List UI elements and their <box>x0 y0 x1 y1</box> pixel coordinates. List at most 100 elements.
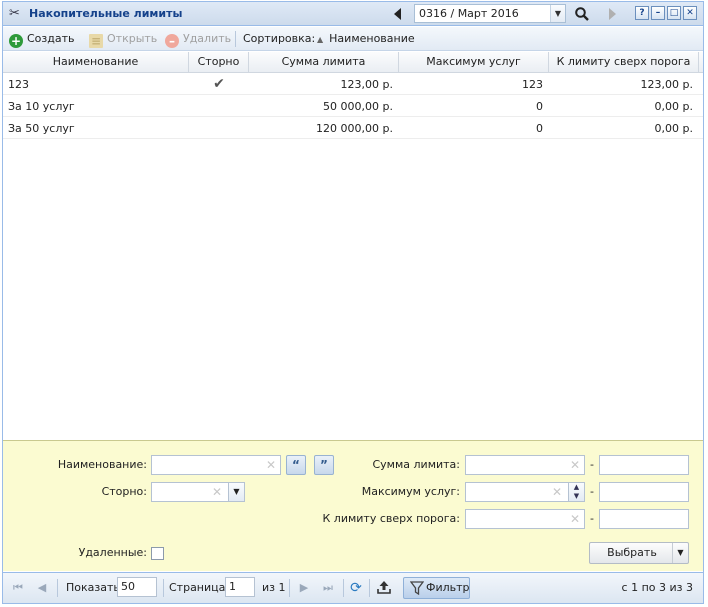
title-bar: ✂ Накопительные лимиты 0316 / Март 2016 … <box>3 2 703 26</box>
cell-max-services: 0 <box>536 122 543 135</box>
clear-icon[interactable]: ✕ <box>570 458 580 472</box>
cell-limit-sum: 123,00 р. <box>340 78 393 91</box>
over-threshold-filter-label: К лимиту сверх порога: <box>322 512 461 525</box>
page-size-input[interactable]: 50 <box>117 577 157 597</box>
create-label: Создать <box>27 32 75 45</box>
toolbar: + Создать ≡ Открыть – Удалить Сортировка: ▲… <box>3 27 703 51</box>
upload-icon <box>377 581 391 594</box>
show-label: Показать <box>66 581 120 594</box>
select-button-label: Выбрать <box>607 546 657 559</box>
column-header-storno[interactable]: Сторно <box>189 52 249 72</box>
cell-max-services: 123 <box>522 78 543 91</box>
next-period-button[interactable] <box>603 5 621 23</box>
column-header-over-threshold[interactable]: К лимиту сверх порога <box>549 52 699 72</box>
period-select[interactable]: 0316 / Март 2016 ▼ <box>414 4 566 23</box>
over-threshold-from-input[interactable]: ✕ <box>465 509 585 529</box>
over-threshold-to-input[interactable] <box>599 509 689 529</box>
grid-header: Наименование Сторно Сумма лимита Максиму… <box>3 52 703 73</box>
create-button[interactable]: + Создать <box>9 31 75 48</box>
period-value: 0316 / Март 2016 <box>419 7 519 20</box>
paging-separator <box>289 579 290 597</box>
cell-over-threshold: 0,00 р. <box>654 122 693 135</box>
document-icon: ≡ <box>89 34 103 48</box>
last-page-icon[interactable]: ⏭ <box>319 579 337 597</box>
export-button[interactable] <box>375 579 393 597</box>
page-label: Страница <box>169 581 226 594</box>
scissors-icon: ✂ <box>9 6 20 21</box>
clear-icon[interactable]: ✕ <box>552 485 562 499</box>
sort-field-button[interactable]: ▲ Наименование <box>317 31 415 47</box>
cell-limit-sum: 120 000,00 р. <box>316 122 393 135</box>
paging-separator <box>57 579 58 597</box>
cell-limit-sum: 50 000,00 р. <box>323 100 393 113</box>
help-button[interactable]: ? <box>635 6 649 20</box>
spin-down-icon[interactable]: ▼ <box>569 492 584 501</box>
minimize-button[interactable]: – <box>651 6 665 20</box>
open-label: Открыть <box>107 32 158 45</box>
arrow-left-icon <box>394 8 401 20</box>
spinner[interactable]: ▲ ▼ <box>568 483 584 501</box>
storno-filter-label: Сторно: <box>101 485 147 498</box>
page-number-input[interactable]: 1 <box>225 577 255 597</box>
table-row[interactable]: За 50 услуг 120 000,00 р. 0 0,00 р. <box>3 118 703 139</box>
toolbar-separator <box>235 31 236 47</box>
chevron-down-icon[interactable]: ▼ <box>228 483 244 501</box>
cell-over-threshold: 123,00 р. <box>640 78 693 91</box>
column-header-name[interactable]: Наименование <box>3 52 189 72</box>
paging-toolbar: ⏮ ◀ Показать 50 Страница 1 из 1 ▶ ⏭ ⟳ Фи… <box>3 572 703 603</box>
paging-separator <box>369 579 370 597</box>
storno-filter-select[interactable]: ✕ ▼ <box>151 482 245 502</box>
sort-field-label: Наименование <box>329 32 415 45</box>
cell-storno <box>189 96 249 117</box>
cell-max-services: 0 <box>536 100 543 113</box>
cell-storno <box>189 118 249 139</box>
range-dash: - <box>590 458 594 471</box>
column-header-max-services[interactable]: Максимум услуг <box>399 52 549 72</box>
name-filter-input[interactable]: ✕ <box>151 455 281 475</box>
delete-button[interactable]: – Удалить <box>165 31 232 48</box>
filter-toggle-button[interactable]: Фильтр <box>403 577 470 599</box>
checkmark-icon: ✔ <box>213 76 225 92</box>
column-header-limit-sum[interactable]: Сумма лимита <box>249 52 399 72</box>
prev-page-icon[interactable]: ◀ <box>33 579 51 597</box>
plus-icon: + <box>9 34 23 48</box>
cell-over-threshold: 0,00 р. <box>654 100 693 113</box>
limit-sum-to-input[interactable] <box>599 455 689 475</box>
paging-separator <box>163 579 164 597</box>
sort-label: Сортировка: <box>243 32 316 45</box>
search-button[interactable] <box>573 5 591 23</box>
max-services-filter-label: Максимум услуг: <box>361 485 460 498</box>
filter-toggle-label: Фильтр <box>426 581 470 594</box>
clear-icon[interactable]: ✕ <box>212 485 222 499</box>
limit-sum-from-input[interactable]: ✕ <box>465 455 585 475</box>
next-page-icon[interactable]: ▶ <box>295 579 313 597</box>
deleted-checkbox[interactable] <box>151 547 164 560</box>
table-row[interactable]: 123 ✔ 123,00 р. 123 123,00 р. <box>3 74 703 95</box>
clear-icon[interactable]: ✕ <box>266 458 276 472</box>
delete-label: Удалить <box>183 32 232 45</box>
limit-sum-filter-label: Сумма лимита: <box>372 458 460 471</box>
funnel-icon <box>410 581 424 595</box>
sort-asc-icon: ▲ <box>317 35 324 44</box>
chevron-down-icon[interactable]: ▼ <box>550 5 565 22</box>
select-button[interactable]: Выбрать ▼ <box>589 542 689 564</box>
prev-period-button[interactable] <box>389 5 407 23</box>
clear-icon[interactable]: ✕ <box>570 512 580 526</box>
maximize-button[interactable]: □ <box>667 6 681 20</box>
max-services-from-input[interactable]: ✕ ▲ ▼ <box>465 482 585 502</box>
spin-up-icon[interactable]: ▲ <box>569 483 584 492</box>
max-services-to-input[interactable] <box>599 482 689 502</box>
table-row[interactable]: За 10 услуг 50 000,00 р. 0 0,00 р. <box>3 96 703 117</box>
chevron-down-icon[interactable]: ▼ <box>672 543 688 563</box>
open-button[interactable]: ≡ Открыть <box>89 31 158 48</box>
cell-name: За 50 услуг <box>8 122 75 135</box>
open-quote-icon: “ <box>292 458 300 472</box>
refresh-icon[interactable]: ⟳ <box>347 579 365 597</box>
cell-name: 123 <box>8 78 29 91</box>
minus-icon: – <box>165 34 179 48</box>
name-filter-label: Наименование: <box>57 458 147 471</box>
first-page-icon[interactable]: ⏮ <box>9 579 27 597</box>
close-button[interactable]: ✕ <box>683 6 697 20</box>
grid-body: 123 ✔ 123,00 р. 123 123,00 р. За 10 услу… <box>3 74 703 440</box>
limits-window: ✂ Накопительные лимиты 0316 / Март 2016 … <box>2 1 704 604</box>
